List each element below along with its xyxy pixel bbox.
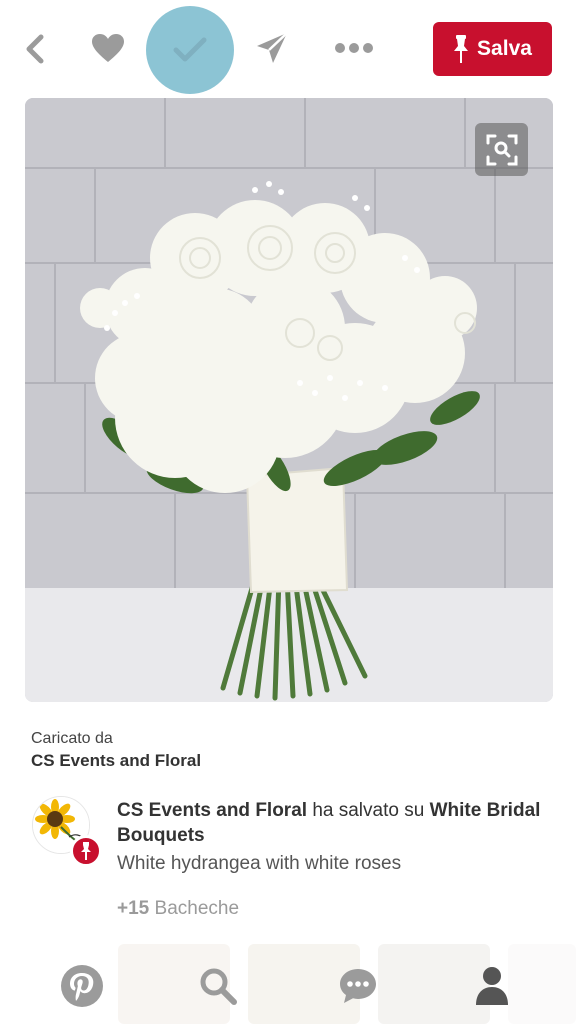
check-icon [173, 37, 207, 62]
saved-to-line: CS Events and Floral ha salvato su White… [117, 798, 547, 848]
visual-search-lens-icon [486, 134, 517, 165]
nav-search-button[interactable] [194, 962, 242, 1010]
profile-icon [476, 967, 508, 1005]
pin-badge [70, 835, 102, 867]
send-button[interactable] [252, 28, 292, 68]
done-button[interactable] [146, 6, 234, 94]
pin-description: White hydrangea with white roses [117, 853, 402, 874]
like-button[interactable] [88, 28, 128, 68]
save-label: Salva [477, 37, 532, 60]
pinterest-logo-icon [61, 965, 103, 1007]
bottom-nav [0, 944, 576, 1024]
saver-name-link[interactable]: CS Events and Floral [117, 800, 307, 821]
pin-icon [81, 842, 91, 860]
bouquet-image [25, 98, 553, 702]
more-options-button[interactable] [332, 36, 376, 60]
pin-toolbar: Salva [0, 0, 576, 96]
uploaded-by-label: Caricato da [31, 730, 113, 747]
visual-search-button[interactable] [475, 123, 528, 176]
nav-messages-button[interactable] [334, 962, 382, 1010]
chevron-left-icon [26, 34, 44, 64]
paper-plane-icon [257, 32, 288, 63]
search-icon [200, 968, 237, 1005]
pin-icon [454, 35, 469, 63]
heart-icon [92, 34, 124, 62]
boards-count: +15 [117, 898, 150, 919]
uploader-name-link[interactable]: CS Events and Floral [31, 751, 201, 771]
nav-home-button[interactable] [58, 962, 106, 1010]
more-dots-icon [335, 43, 373, 53]
pin-image[interactable] [25, 98, 553, 702]
boards-label: Bacheche [154, 898, 240, 919]
nav-profile-button[interactable] [468, 962, 516, 1010]
back-button[interactable] [18, 30, 52, 68]
speech-bubble-icon [340, 969, 376, 1003]
saved-action-text: ha salvato su [312, 800, 425, 821]
save-button[interactable]: Salva [433, 22, 552, 76]
more-boards-link[interactable]: +15 Bacheche [117, 898, 239, 920]
